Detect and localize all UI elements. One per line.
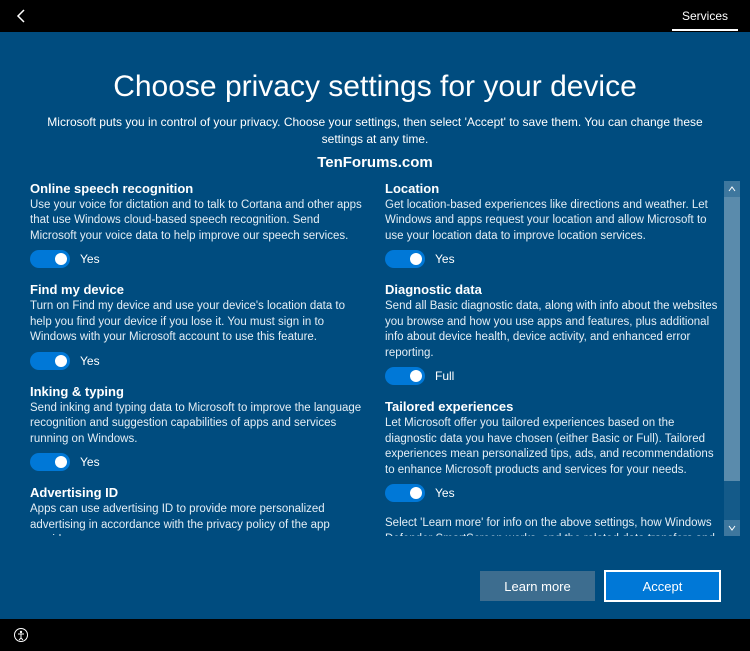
setting-diagnostic: Diagnostic data Send all Basic diagnosti…: [385, 282, 720, 385]
scroll-up-icon[interactable]: [724, 181, 740, 197]
toggle-value-label: Full: [435, 369, 454, 383]
scroll-down-icon[interactable]: [724, 520, 740, 536]
setting-description: Use your voice for dictation and to talk…: [30, 198, 365, 245]
right-column: Location Get location-based experiences …: [385, 181, 720, 536]
setting-description: Send inking and typing data to Microsoft…: [30, 401, 365, 448]
setting-title: Advertising ID: [30, 485, 365, 500]
toggle-inking[interactable]: [30, 453, 70, 471]
toggle-find-my-device[interactable]: [30, 352, 70, 370]
vertical-scrollbar[interactable]: [724, 181, 740, 536]
toggle-value-label: Yes: [80, 455, 100, 469]
toggle-value-label: Yes: [435, 486, 455, 500]
page-title: Choose privacy settings for your device: [30, 70, 720, 104]
scroll-track[interactable]: [724, 197, 740, 520]
setting-title: Online speech recognition: [30, 181, 365, 196]
toggle-value-label: Yes: [80, 354, 100, 368]
settings-scroll-area: Online speech recognition Use your voice…: [30, 181, 720, 536]
setting-description: Send all Basic diagnostic data, along wi…: [385, 299, 720, 361]
setting-find-my-device: Find my device Turn on Find my device an…: [30, 282, 365, 370]
setting-advertising: Advertising ID Apps can use advertising …: [30, 485, 365, 535]
setting-location: Location Get location-based experiences …: [385, 181, 720, 269]
setting-speech: Online speech recognition Use your voice…: [30, 181, 365, 269]
setting-title: Location: [385, 181, 720, 196]
toggle-value-label: Yes: [80, 252, 100, 266]
setting-title: Inking & typing: [30, 384, 365, 399]
toggle-value-label: Yes: [435, 252, 455, 266]
action-buttons: Learn more Accept: [480, 571, 720, 601]
setting-title: Tailored experiences: [385, 399, 720, 414]
left-column: Online speech recognition Use your voice…: [30, 181, 365, 536]
page-subtitle: Microsoft puts you in control of your pr…: [30, 114, 720, 148]
setting-title: Find my device: [30, 282, 365, 297]
setting-inking: Inking & typing Send inking and typing d…: [30, 384, 365, 472]
toggle-location[interactable]: [385, 250, 425, 268]
learn-more-button[interactable]: Learn more: [480, 571, 595, 601]
toggle-tailored[interactable]: [385, 484, 425, 502]
accept-button[interactable]: Accept: [605, 571, 720, 601]
setting-description: Get location-based experiences like dire…: [385, 198, 720, 245]
setting-description: Apps can use advertising ID to provide m…: [30, 502, 365, 535]
main-panel: Choose privacy settings for your device …: [0, 32, 750, 619]
footnote-text: Select 'Learn more' for info on the abov…: [385, 516, 720, 535]
back-arrow-icon[interactable]: [12, 6, 32, 26]
bottom-bar: [0, 619, 750, 651]
scroll-thumb[interactable]: [724, 197, 740, 481]
setting-tailored: Tailored experiences Let Microsoft offer…: [385, 399, 720, 502]
ease-of-access-icon[interactable]: [12, 626, 30, 644]
tab-services[interactable]: Services: [672, 1, 738, 31]
setting-description: Let Microsoft offer you tailored experie…: [385, 416, 720, 478]
toggle-diagnostic[interactable]: [385, 367, 425, 385]
watermark-text: TenForums.com: [30, 154, 720, 171]
setting-title: Diagnostic data: [385, 282, 720, 297]
title-bar: Services: [0, 0, 750, 32]
toggle-speech[interactable]: [30, 250, 70, 268]
setting-description: Turn on Find my device and use your devi…: [30, 299, 365, 346]
